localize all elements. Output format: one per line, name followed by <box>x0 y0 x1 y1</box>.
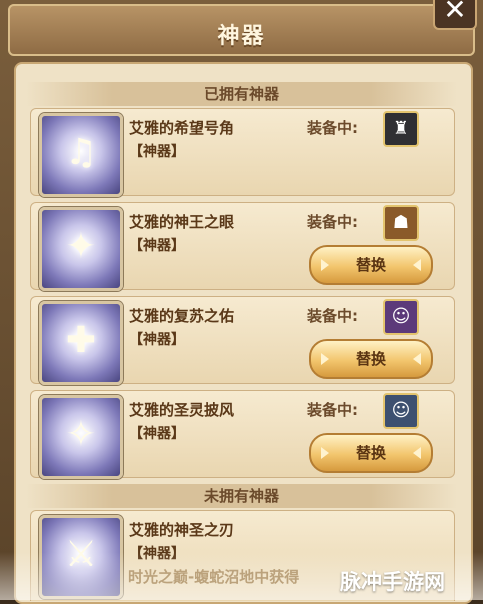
artifact-name: 艾雅的复苏之佑 <box>129 307 235 325</box>
swap-button[interactable]: 替换 <box>309 433 433 473</box>
artifact-name: 艾雅的圣灵披风 <box>129 401 235 419</box>
equipped-label: 装备中: <box>307 307 358 325</box>
artifact-window: 神器 ✕ 已拥有神器 ♫ 艾雅的希望号角 【神器】 装备中: ♜ ✦ 艾雅的神王… <box>0 0 483 604</box>
swap-button[interactable]: 替换 <box>309 339 433 379</box>
winged-cross-icon[interactable]: ✚ <box>39 301 123 385</box>
artifact-row[interactable]: ✧ 艾雅的圣灵披风 【神器】 装备中: ☺ 替换 <box>30 390 455 479</box>
artifact-name: 艾雅的神圣之刃 <box>129 521 235 539</box>
page-title: 神器 <box>217 24 266 49</box>
title-bar: 神器 <box>8 4 475 56</box>
hero-avatar[interactable]: ☺ <box>383 299 419 335</box>
artifact-tag: 【神器】 <box>129 238 185 254</box>
watermark: 脉冲手游网 <box>340 570 445 594</box>
artifact-source-text: 时光之巅-蝮蛇沼地中获得 <box>128 568 300 586</box>
eye-icon[interactable]: ✦ <box>39 207 123 291</box>
artifact-name: 艾雅的希望号角 <box>129 119 235 137</box>
artifact-tag: 【神器】 <box>129 426 185 442</box>
horn-icon[interactable]: ♫ <box>39 113 123 197</box>
swap-button[interactable]: 替换 <box>309 245 433 285</box>
equipped-label: 装备中: <box>307 401 358 419</box>
equipped-label: 装备中: <box>307 213 358 231</box>
section-header-unowned: 未拥有神器 <box>26 484 457 508</box>
artifact-row[interactable]: ♫ 艾雅的希望号角 【神器】 装备中: ♜ <box>30 108 455 197</box>
artifact-row[interactable]: ✦ 艾雅的神王之眼 【神器】 装备中: ☗ 替换 <box>30 202 455 291</box>
close-button[interactable]: ✕ <box>433 0 477 30</box>
hero-avatar[interactable]: ☗ <box>383 205 419 241</box>
artifact-name: 艾雅的神王之眼 <box>129 213 235 231</box>
cloak-icon[interactable]: ✧ <box>39 395 123 479</box>
artifact-tag: 【神器】 <box>129 144 185 160</box>
artifact-row[interactable]: ✚ 艾雅的复苏之佑 【神器】 装备中: ☺ 替换 <box>30 296 455 385</box>
hero-avatar[interactable]: ♜ <box>383 111 419 147</box>
section-header-owned: 已拥有神器 <box>26 82 457 106</box>
artifact-tag: 【神器】 <box>129 332 185 348</box>
hero-avatar[interactable]: ☺ <box>383 393 419 429</box>
equipped-label: 装备中: <box>307 119 358 137</box>
